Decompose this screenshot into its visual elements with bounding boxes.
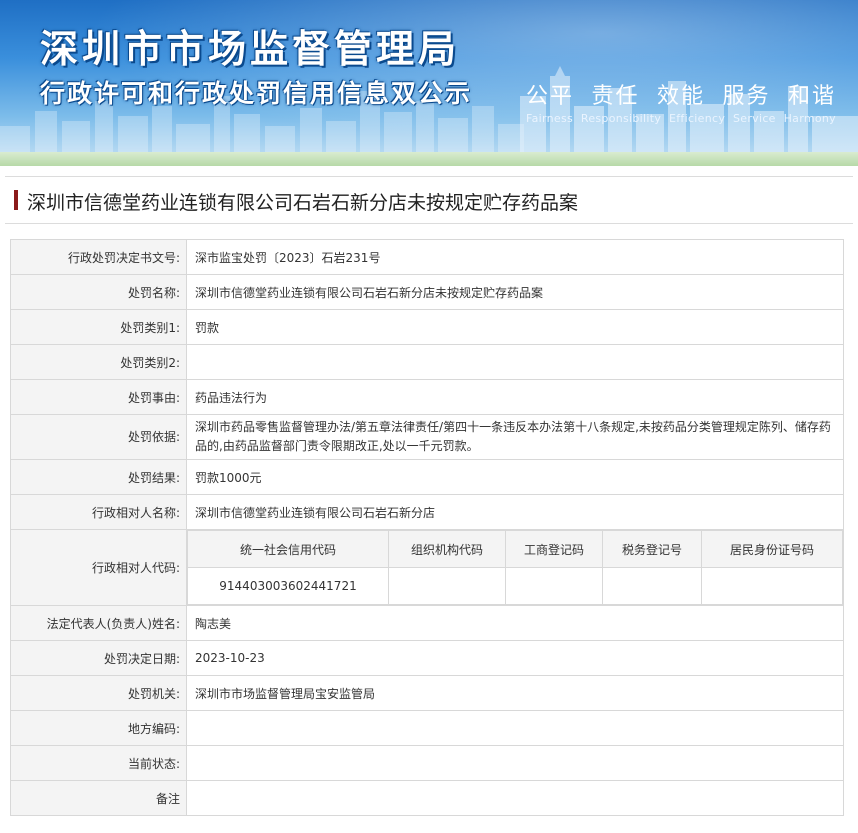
table-row: 法定代表人(负责人)姓名: 陶志美	[10, 605, 844, 641]
area-code-value	[186, 710, 844, 746]
party-code-header-row: 统一社会信用代码 组织机构代码 工商登记码 税务登记号 居民身份证号码	[187, 530, 843, 568]
slogan-en-item: Efficiency	[669, 112, 726, 125]
slogans-cn: 公平 责任 效能 服务 和谐	[526, 78, 836, 110]
slogan-cn-item: 责任	[591, 84, 640, 109]
category2-value	[186, 344, 844, 380]
header-banner: 深圳市市场监督管理局 行政许可和行政处罚信用信息双公示 公平 责任 效能 服务 …	[0, 0, 858, 166]
code-value	[701, 567, 843, 605]
code-header: 税务登记号	[602, 530, 702, 568]
slogan-cn-item: 公平	[526, 84, 575, 109]
table-row: 行政相对人代码: 统一社会信用代码 组织机构代码 工商登记码 税务登记号 居民身…	[10, 529, 844, 606]
reason-label: 处罚事由:	[10, 379, 187, 415]
area-code-label: 地方编码:	[10, 710, 187, 746]
party-name-value: 深圳市信德堂药业连锁有限公司石岩石新分店	[186, 494, 844, 530]
status-value	[186, 745, 844, 781]
code-value	[602, 567, 702, 605]
legal-rep-value: 陶志美	[186, 605, 844, 641]
table-row: 行政相对人名称: 深圳市信德堂药业连锁有限公司石岩石新分店	[10, 494, 844, 530]
remark-value	[186, 780, 844, 816]
authority-label: 处罚机关:	[10, 675, 187, 711]
decision-date-label: 处罚决定日期:	[10, 640, 187, 676]
slogan-cn-item: 和谐	[787, 84, 836, 109]
site-title: 深圳市市场监督管理局	[40, 27, 461, 71]
penalty-name-value: 深圳市信德堂药业连锁有限公司石岩石新分店未按规定贮存药品案	[186, 274, 844, 310]
table-row: 处罚依据: 深圳市药品零售监督管理办法/第五章法律责任/第四十一条违反本办法第十…	[10, 414, 844, 460]
party-code-label: 行政相对人代码:	[10, 529, 187, 606]
slogan-cn-item: 效能	[656, 84, 705, 109]
code-header: 组织机构代码	[388, 530, 506, 568]
penalty-name-label: 处罚名称:	[10, 274, 187, 310]
table-row: 处罚名称: 深圳市信德堂药业连锁有限公司石岩石新分店未按规定贮存药品案	[10, 274, 844, 310]
slogan-en-item: Harmony	[783, 112, 836, 125]
legal-rep-label: 法定代表人(负责人)姓名:	[10, 605, 187, 641]
main-content: 深圳市信德堂药业连锁有限公司石岩石新分店未按规定贮存药品案 行政处罚决定书文号:…	[0, 176, 858, 816]
slogans-en: Fairness Responsibility Efficiency Servi…	[526, 112, 836, 125]
banner-ground	[0, 152, 858, 166]
code-header: 统一社会信用代码	[187, 530, 389, 568]
party-code-value-row: 914403003602441721	[187, 567, 843, 605]
result-label: 处罚结果:	[10, 459, 187, 495]
party-name-label: 行政相对人名称:	[10, 494, 187, 530]
table-row: 处罚类别1: 罚款	[10, 309, 844, 345]
table-row: 处罚类别2:	[10, 344, 844, 380]
reason-value: 药品违法行为	[186, 379, 844, 415]
table-row: 地方编码:	[10, 710, 844, 746]
code-value	[505, 567, 603, 605]
slogan-en-item: Fairness	[526, 112, 574, 125]
site-subtitle: 行政许可和行政处罚信用信息双公示	[40, 79, 473, 108]
slogan-en-item: Responsibility	[580, 112, 662, 125]
party-code-table: 统一社会信用代码 组织机构代码 工商登记码 税务登记号 居民身份证号码 9144…	[187, 530, 843, 605]
table-row: 处罚事由: 药品违法行为	[10, 379, 844, 415]
category1-label: 处罚类别1:	[10, 309, 187, 345]
code-value	[388, 567, 506, 605]
table-row: 当前状态:	[10, 745, 844, 781]
remark-label: 备注	[10, 780, 187, 816]
table-row: 处罚决定日期: 2023-10-23	[10, 640, 844, 676]
case-header: 深圳市信德堂药业连锁有限公司石岩石新分店未按规定贮存药品案	[5, 176, 853, 224]
slogan-cn-item: 服务	[722, 84, 771, 109]
case-detail-table: 行政处罚决定书文号: 深市监宝处罚〔2023〕石岩231号 处罚名称: 深圳市信…	[10, 239, 844, 816]
table-row: 处罚结果: 罚款1000元	[10, 459, 844, 495]
table-row: 行政处罚决定书文号: 深市监宝处罚〔2023〕石岩231号	[10, 239, 844, 275]
code-value: 914403003602441721	[187, 567, 389, 605]
slogans: 公平 责任 效能 服务 和谐 Fairness Responsibility E…	[526, 78, 836, 125]
table-row: 处罚机关: 深圳市市场监督管理局宝安监管局	[10, 675, 844, 711]
category2-label: 处罚类别2:	[10, 344, 187, 380]
title-accent-bar	[14, 190, 18, 210]
doc-no-value: 深市监宝处罚〔2023〕石岩231号	[186, 239, 844, 275]
authority-value: 深圳市市场监督管理局宝安监管局	[186, 675, 844, 711]
party-code-cell: 统一社会信用代码 组织机构代码 工商登记码 税务登记号 居民身份证号码 9144…	[186, 529, 844, 606]
category1-value: 罚款	[186, 309, 844, 345]
slogan-en-item: Service	[732, 112, 776, 125]
code-header: 工商登记码	[505, 530, 603, 568]
status-label: 当前状态:	[10, 745, 187, 781]
code-header: 居民身份证号码	[701, 530, 843, 568]
case-title: 深圳市信德堂药业连锁有限公司石岩石新分店未按规定贮存药品案	[27, 192, 579, 214]
decision-date-value: 2023-10-23	[186, 640, 844, 676]
table-row: 备注	[10, 780, 844, 816]
basis-value: 深圳市药品零售监督管理办法/第五章法律责任/第四十一条违反本办法第十八条规定,未…	[186, 414, 844, 460]
result-value: 罚款1000元	[186, 459, 844, 495]
doc-no-label: 行政处罚决定书文号:	[10, 239, 187, 275]
basis-label: 处罚依据:	[10, 414, 187, 460]
